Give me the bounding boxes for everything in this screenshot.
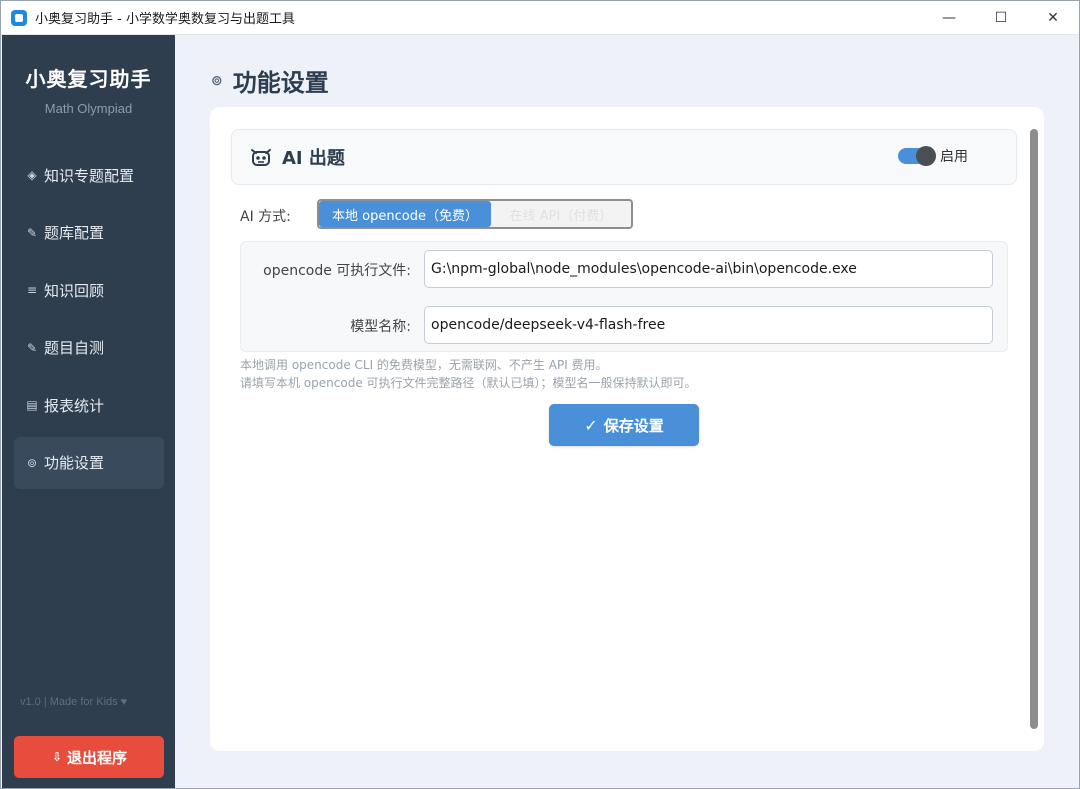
main-content: ⊚ 功能设置 AI 出题 启用 AI 方式: 本地 opencode（免费） 在… — [175, 35, 1079, 788]
scrollbar-thumb[interactable] — [1030, 129, 1038, 729]
scrollbar[interactable] — [1030, 129, 1038, 729]
toggle-knob — [916, 146, 936, 166]
title-bar[interactable]: 小奥复习助手 - 小学数学奥数复习与出题工具 — ☐ ✕ — [1, 1, 1079, 35]
app-window: 小奥复习助手 - 小学数学奥数复习与出题工具 — ☐ ✕ 小奥复习助手 Math… — [0, 0, 1080, 789]
sidebar-item-reports[interactable]: ▤ 报表统计 — [14, 379, 164, 431]
enable-toggle-group: 启用 — [898, 146, 968, 166]
exit-button-label: 退出程序 — [66, 748, 127, 767]
settings-card: AI 出题 启用 AI 方式: 本地 opencode（免费） 在线 API（付… — [210, 107, 1044, 751]
sidebar-item-label: 报表统计 — [44, 396, 105, 415]
list-icon: ≡ — [26, 283, 38, 297]
model-name-input[interactable]: opencode/deepseek-v4-flash-free — [424, 306, 993, 344]
sidebar-item-label: 知识回顾 — [44, 281, 105, 300]
diamond-icon: ◈ — [27, 168, 37, 182]
exit-icon: ⇩ — [51, 750, 63, 764]
save-settings-button[interactable]: ✓ 保存设置 — [549, 404, 699, 446]
brand-title: 小奥复习助手 — [25, 67, 152, 91]
sidebar-item-label: 题库配置 — [44, 224, 105, 242]
ai-section-header: AI 出题 启用 — [231, 129, 1017, 185]
window-title: 小奥复习助手 - 小学数学奥数复习与出题工具 — [35, 12, 295, 27]
sidebar-item-label: 题目自测 — [44, 339, 105, 357]
sidebar-item-topic-config[interactable]: ◈ 知识专题配置 — [14, 149, 164, 201]
sidebar: 小奥复习助手 Math Olympiad ◈ 知识专题配置 ✎ 题库配置 ≡ 知… — [2, 35, 175, 788]
app-logo-icon — [11, 9, 27, 26]
executable-path-input[interactable]: G:\npm-global\node_modules\opencode-ai\b… — [424, 250, 993, 288]
sidebar-item-review[interactable]: ≡ 知识回顾 — [14, 264, 164, 316]
enable-toggle[interactable] — [898, 146, 936, 166]
form-row-executable: opencode 可执行文件: G:\npm-global\node_modul… — [241, 250, 1009, 288]
version-footer: v1.0 | Made for Kids ♥ — [20, 696, 128, 708]
page-title-text: 功能设置 — [232, 69, 329, 97]
hint-line-2: 请填写本机 opencode 可执行文件完整路径（默认已填）；模型名一般保持默认… — [240, 376, 697, 390]
ai-mode-label: AI 方式: — [240, 209, 291, 225]
settings-icon: ⊚ — [26, 455, 38, 470]
toggle-label: 启用 — [940, 149, 968, 165]
sidebar-nav: ◈ 知识专题配置 ✎ 题库配置 ≡ 知识回顾 ✎ 题目自测 ▤ 报表统计 ⊚ 功… — [14, 149, 164, 494]
section-title: AI 出题 — [282, 148, 345, 169]
maximize-button[interactable]: ☐ — [975, 1, 1027, 35]
sidebar-item-question-bank[interactable]: ✎ 题库配置 — [14, 207, 164, 259]
ai-mode-option-local[interactable]: 本地 opencode（免费） — [319, 201, 491, 227]
sidebar-item-label: 功能设置 — [44, 454, 105, 472]
settings-icon: ⊚ — [211, 72, 223, 89]
sidebar-item-settings[interactable]: ⊚ 功能设置 — [14, 436, 164, 489]
model-name-label: 模型名称: — [350, 319, 411, 335]
chart-icon: ▤ — [26, 398, 38, 412]
save-button-label: 保存设置 — [603, 416, 664, 435]
minimize-button[interactable]: — — [923, 1, 975, 35]
exit-button[interactable]: ⇩ 退出程序 — [14, 736, 164, 778]
form-row-model: 模型名称: opencode/deepseek-v4-flash-free — [241, 306, 1009, 344]
check-icon: ✓ — [584, 415, 598, 435]
page-title: ⊚ 功能设置 — [211, 63, 329, 98]
brand-subtitle: Math Olympiad — [44, 101, 133, 116]
pencil-icon: ✎ — [26, 225, 38, 240]
executable-label: opencode 可执行文件: — [263, 263, 411, 279]
robot-icon — [250, 147, 272, 167]
ai-mode-option-online[interactable]: 在线 API（付费） — [491, 201, 631, 227]
pencil-icon: ✎ — [26, 340, 38, 355]
close-button[interactable]: ✕ — [1027, 1, 1079, 35]
ai-mode-selector: 本地 opencode（免费） 在线 API（付费） — [317, 199, 633, 229]
sidebar-item-label: 知识专题配置 — [44, 166, 135, 185]
opencode-form: opencode 可执行文件: G:\npm-global\node_modul… — [240, 241, 1008, 352]
window-controls: — ☐ ✕ — [923, 1, 1079, 35]
hint-line-1: 本地调用 opencode CLI 的免费模型，无需联网、不产生 API 费用。 — [240, 358, 608, 372]
sidebar-item-self-test[interactable]: ✎ 题目自测 — [14, 322, 164, 374]
